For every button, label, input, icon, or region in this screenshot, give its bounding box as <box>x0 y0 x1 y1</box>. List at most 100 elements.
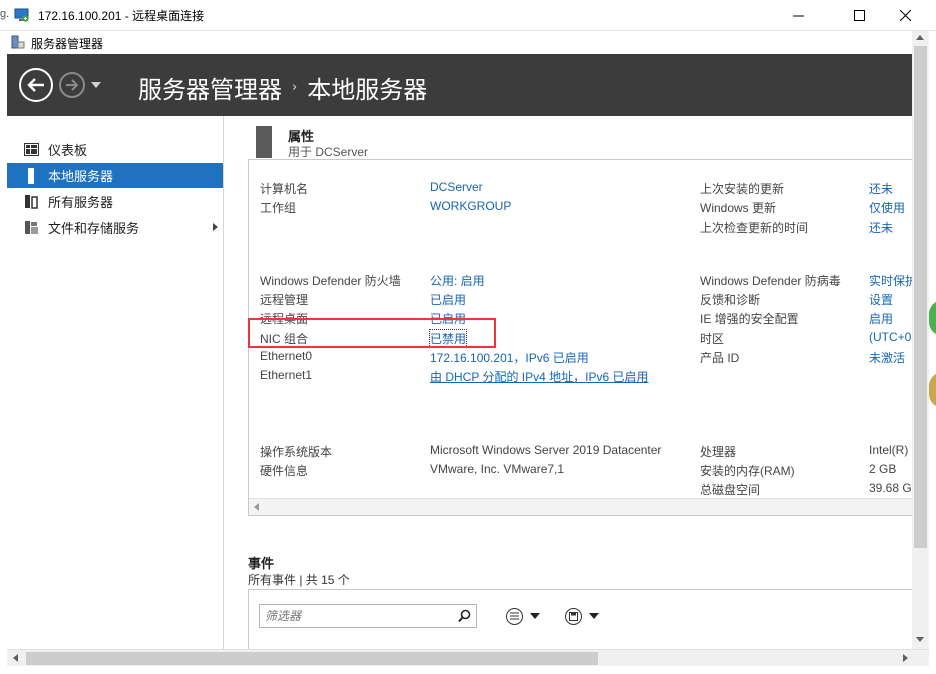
background-desktop-icon <box>929 300 936 336</box>
events-panel <box>248 589 912 649</box>
history-dropdown-icon[interactable] <box>91 82 101 88</box>
feedback-link[interactable]: 设置 <box>869 291 893 308</box>
defender-antivirus-link[interactable]: 实时保护 <box>869 272 912 289</box>
disk-space-value: 39.68 G <box>869 481 912 495</box>
property-label: 硬件信息 <box>260 464 309 478</box>
scroll-left-icon[interactable] <box>254 503 259 511</box>
events-subtitle: 所有事件 | 共 15 个 <box>248 573 350 587</box>
timezone-link[interactable]: (UTC+0 <box>869 330 911 344</box>
property-label: 操作系统版本 <box>260 445 333 459</box>
forward-button[interactable] <box>59 72 85 98</box>
property-label: 计算机名 <box>260 182 309 196</box>
sidebar-item-local-server[interactable]: 本地服务器 <box>7 163 223 188</box>
os-version-value: Microsoft Windows Server 2019 Datacenter <box>430 443 662 457</box>
events-title: 事件 <box>248 556 275 571</box>
scroll-up-icon[interactable] <box>916 35 924 40</box>
property-label: IE 增强的安全配置 <box>700 312 799 326</box>
property-label: Windows 更新 <box>700 201 777 215</box>
app-title-bar: 服务器管理器 <box>7 31 929 54</box>
sidebar-item-all-servers[interactable]: 所有服务器 <box>7 189 223 214</box>
properties-subtitle: 用于 DCServer <box>288 145 369 159</box>
property-label: 处理器 <box>700 445 737 459</box>
main-content: 属性 用于 DCServer 计算机名 DCServer 工作组 WORKGRO… <box>225 116 912 649</box>
properties-horizontal-scrollbar[interactable] <box>249 498 912 515</box>
arrow-left-icon <box>27 78 44 92</box>
arrow-right-icon <box>66 79 79 91</box>
scroll-right-icon[interactable] <box>903 654 908 662</box>
property-label: 远程管理 <box>260 293 309 307</box>
all-servers-icon <box>23 194 39 210</box>
windows-update-link[interactable]: 仅使用 <box>869 199 905 216</box>
ethernet1-link[interactable]: 由 DHCP 分配的 IPv4 地址，IPv6 已启用 <box>430 368 648 385</box>
sidebar-item-label: 文件和存储服务 <box>48 221 140 236</box>
property-label: Windows Defender 防火墙 <box>260 274 401 288</box>
breadcrumb: 服务器管理器 › 本地服务器 <box>138 70 427 105</box>
sidebar: 仪表板 本地服务器 所有服务器 文件和存储服务 <box>7 116 224 649</box>
property-label: Ethernet1 <box>260 368 313 382</box>
remote-management-link[interactable]: 已启用 <box>430 291 466 308</box>
filter-input[interactable] <box>260 605 450 627</box>
save-query-button[interactable] <box>565 606 599 626</box>
property-label: 上次检查更新的时间 <box>700 221 809 235</box>
hardware-info-value: VMware, Inc. VMware7,1 <box>430 462 565 476</box>
file-storage-icon <box>23 220 39 236</box>
chevron-down-icon <box>530 613 540 619</box>
sidebar-item-label: 所有服务器 <box>48 195 114 210</box>
ie-security-link[interactable]: 启用 <box>869 310 893 327</box>
last-update-link[interactable]: 还未 <box>869 180 893 197</box>
filter-box <box>259 604 477 628</box>
close-icon <box>899 10 911 21</box>
back-button[interactable] <box>19 68 53 102</box>
breadcrumb-current: 本地服务器 <box>307 76 428 104</box>
property-label: Windows Defender 防病毒 <box>700 274 841 288</box>
background-window-edge-text: g. <box>0 8 10 20</box>
maximize-button[interactable] <box>836 0 882 31</box>
local-server-icon <box>23 167 39 184</box>
scroll-down-icon[interactable] <box>916 637 924 642</box>
window-title: 172.16.100.201 - 远程桌面连接 <box>38 9 205 23</box>
minimize-button[interactable] <box>775 0 821 31</box>
computer-name-link[interactable]: DCServer <box>430 180 483 194</box>
horizontal-scrollbar[interactable] <box>7 649 929 666</box>
list-icon <box>506 607 523 625</box>
server-manager-icon <box>11 35 25 49</box>
minimize-icon <box>792 15 804 17</box>
vertical-scroll-thumb[interactable] <box>914 46 927 548</box>
breadcrumb-separator: › <box>292 80 298 95</box>
property-label: 工作组 <box>260 201 297 215</box>
processor-value: Intel(R) <box>869 443 909 457</box>
close-button[interactable] <box>882 0 928 31</box>
horizontal-scroll-thumb[interactable] <box>26 652 598 665</box>
search-icon[interactable] <box>458 609 471 623</box>
sidebar-item-label: 仪表板 <box>48 143 88 158</box>
property-label: 时区 <box>700 332 725 346</box>
ram-value: 2 GB <box>869 462 897 476</box>
product-id-link[interactable]: 未激活 <box>869 349 905 366</box>
properties-section-icon <box>256 126 272 158</box>
property-label: 产品 ID <box>700 351 740 365</box>
sidebar-item-dashboard[interactable]: 仪表板 <box>7 137 223 162</box>
background-desktop-icon <box>929 372 936 408</box>
breadcrumb-root[interactable]: 服务器管理器 <box>138 70 282 105</box>
nic-teaming-highlight <box>248 318 496 348</box>
ethernet0-link[interactable]: 172.16.100.201，IPv6 已启用 <box>430 349 589 366</box>
property-label: 总磁盘空间 <box>700 483 761 497</box>
property-label: 反馈和诊断 <box>700 293 761 307</box>
chevron-down-icon <box>589 613 599 619</box>
property-label: Ethernet0 <box>260 349 313 363</box>
scroll-left-icon[interactable] <box>13 654 18 662</box>
list-options-button[interactable] <box>506 606 540 626</box>
remote-desktop-icon <box>14 8 29 22</box>
save-icon <box>565 607 582 625</box>
firewall-link[interactable]: 公用: 启用 <box>430 272 485 289</box>
header-bar: 服务器管理器 › 本地服务器 <box>7 54 912 116</box>
chevron-right-icon[interactable] <box>213 223 218 231</box>
rdp-title-bar: g. 172.16.100.201 - 远程桌面连接 <box>0 0 936 31</box>
last-check-link[interactable]: 还未 <box>869 219 893 236</box>
sidebar-item-file-storage[interactable]: 文件和存储服务 <box>7 215 223 240</box>
vertical-scrollbar[interactable] <box>912 31 929 649</box>
workgroup-link[interactable]: WORKGROUP <box>430 199 511 213</box>
sidebar-item-label: 本地服务器 <box>48 169 114 184</box>
app-title: 服务器管理器 <box>31 37 104 51</box>
property-label: 上次安装的更新 <box>700 182 785 196</box>
